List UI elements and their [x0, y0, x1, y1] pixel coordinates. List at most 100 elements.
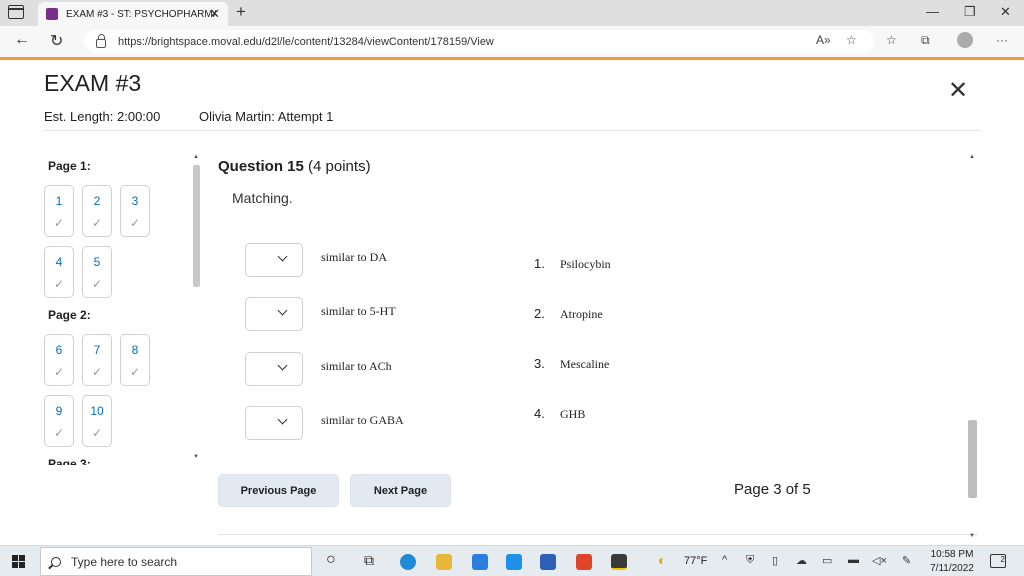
- windows-start-icon[interactable]: [12, 555, 25, 568]
- system-clock[interactable]: 10:58 PM 7/11/2022: [926, 548, 978, 576]
- battery-icon[interactable]: ▬: [848, 554, 859, 566]
- security-icon[interactable]: ⛨: [746, 554, 754, 567]
- close-exam-icon[interactable]: ✕: [948, 76, 968, 105]
- choice-text: Mescaline: [560, 357, 610, 371]
- tab-close-icon[interactable]: ✕: [209, 6, 220, 22]
- search-placeholder: Type here to search: [71, 554, 178, 569]
- question-link[interactable]: 7 ✓: [82, 334, 112, 386]
- notification-count: 2: [1000, 555, 1005, 564]
- meet-now-icon[interactable]: ▭: [822, 554, 832, 567]
- office-icon[interactable]: [576, 554, 592, 570]
- browser-tab-bar: EXAM #3 - ST: PSYCHOPHARMA ✕ + — ❐ ✕: [0, 0, 1024, 26]
- weather-icon[interactable]: ◐: [658, 552, 666, 568]
- question-link[interactable]: 9 ✓: [44, 395, 74, 447]
- answered-check-icon: ✓: [53, 277, 65, 291]
- taskbar: Type here to search ○ ⧉ ◐ 77°F ^ ⛨ ▯ ☁ ▭…: [0, 545, 1024, 576]
- choice-text: GHB: [560, 407, 586, 421]
- question-number: 5: [93, 255, 101, 269]
- match-item-label: similar to ACh: [321, 359, 392, 373]
- calculator-icon[interactable]: [540, 554, 556, 570]
- task-view-icon[interactable]: ⧉: [364, 552, 374, 569]
- refresh-icon[interactable]: ↻: [50, 31, 63, 51]
- question-link[interactable]: 5 ✓: [82, 246, 112, 298]
- question-link[interactable]: 8 ✓: [120, 334, 150, 386]
- scrollbar-thumb[interactable]: [968, 420, 977, 498]
- profile-avatar[interactable]: [957, 32, 973, 48]
- question-number: 2: [93, 194, 101, 208]
- clock-date: 7/11/2022: [930, 563, 974, 574]
- lock-icon: [96, 33, 106, 48]
- page-indicator: Page 3 of 5: [734, 481, 811, 498]
- previous-page-button[interactable]: Previous Page: [218, 474, 339, 507]
- answered-check-icon: ✓: [129, 216, 141, 230]
- taskbar-search-input[interactable]: Type here to search: [40, 547, 312, 576]
- restore-icon[interactable]: ❐: [964, 4, 976, 20]
- cloud-icon[interactable]: ☁: [796, 554, 807, 567]
- question-number: 7: [93, 343, 101, 357]
- cortana-icon[interactable]: ○: [326, 551, 336, 569]
- question-heading: Question 15 (4 points): [218, 158, 371, 175]
- scroll-up-icon[interactable]: ▲: [193, 154, 199, 160]
- device-icon[interactable]: ▯: [772, 554, 778, 567]
- match-select[interactable]: [245, 352, 303, 386]
- navigator-scrollbar[interactable]: ▲ ▼: [191, 152, 202, 464]
- page-label: Page 1:: [48, 159, 91, 173]
- footer-divider: [218, 534, 978, 535]
- url-field[interactable]: https://brightspace.moval.edu/d2l/le/con…: [84, 30, 874, 53]
- add-favorite-icon[interactable]: ☆: [846, 33, 857, 47]
- minimize-icon[interactable]: —: [926, 4, 939, 19]
- choice-number: 3.: [534, 356, 545, 371]
- answered-check-icon: ✓: [53, 365, 65, 379]
- question-link[interactable]: 2 ✓: [82, 185, 112, 237]
- question-number: 4: [55, 255, 63, 269]
- attempt-info: Olivia Martin: Attempt 1: [199, 109, 334, 124]
- site-favicon-icon: [46, 8, 58, 20]
- answered-check-icon: ✓: [91, 426, 103, 440]
- scroll-down-icon[interactable]: ▼: [193, 454, 199, 460]
- next-page-button[interactable]: Next Page: [350, 474, 451, 507]
- question-link[interactable]: 3 ✓: [120, 185, 150, 237]
- browser-tab[interactable]: EXAM #3 - ST: PSYCHOPHARMA ✕: [38, 2, 228, 26]
- scroll-down-icon[interactable]: ▼: [969, 533, 975, 539]
- sticky-notes-icon[interactable]: [611, 554, 627, 570]
- est-length: Est. Length: 2:00:00: [44, 109, 161, 124]
- answered-check-icon: ✓: [91, 365, 103, 379]
- match-item-label: similar to DA: [321, 250, 387, 264]
- back-arrow-icon[interactable]: ←: [14, 31, 30, 49]
- tab-actions-icon[interactable]: [8, 5, 24, 19]
- mail-icon[interactable]: [472, 554, 488, 570]
- answered-check-icon: ✓: [53, 216, 65, 230]
- more-menu-icon[interactable]: ···: [996, 33, 1008, 47]
- pen-icon[interactable]: ✎: [902, 554, 911, 567]
- choice-number: 4.: [534, 406, 545, 421]
- question-link[interactable]: 1 ✓: [44, 185, 74, 237]
- new-tab-icon[interactable]: +: [236, 2, 246, 22]
- file-explorer-icon[interactable]: [436, 554, 452, 570]
- question-number: 1: [55, 194, 63, 208]
- notification-icon[interactable]: 2: [990, 554, 1006, 568]
- choice-number: 2.: [534, 306, 545, 321]
- match-select[interactable]: [245, 243, 303, 277]
- match-item-label: similar to GABA: [321, 413, 404, 427]
- store-icon[interactable]: [506, 554, 522, 570]
- read-aloud-icon[interactable]: A»: [816, 33, 831, 47]
- clock-time: 10:58 PM: [930, 549, 974, 560]
- content-scrollbar[interactable]: ▲ ▼: [967, 152, 978, 542]
- show-hidden-icons-icon[interactable]: ^: [722, 554, 727, 566]
- favorites-icon[interactable]: ☆: [886, 33, 897, 47]
- scrollbar-thumb[interactable]: [193, 165, 200, 287]
- header-divider: [44, 130, 980, 131]
- volume-muted-icon[interactable]: ◁×: [872, 554, 887, 567]
- page-label: Page 2:: [48, 308, 91, 322]
- match-select[interactable]: [245, 406, 303, 440]
- match-select[interactable]: [245, 297, 303, 331]
- question-link[interactable]: 4 ✓: [44, 246, 74, 298]
- question-title: Question 15: [218, 158, 304, 175]
- choice-item: 2. Atropine: [534, 306, 603, 322]
- collections-icon[interactable]: ⧉: [921, 33, 930, 48]
- edge-browser-icon[interactable]: [400, 554, 416, 570]
- scroll-up-icon[interactable]: ▲: [969, 154, 975, 160]
- window-close-icon[interactable]: ✕: [1000, 4, 1011, 20]
- question-link[interactable]: 10 ✓: [82, 395, 112, 447]
- question-link[interactable]: 6 ✓: [44, 334, 74, 386]
